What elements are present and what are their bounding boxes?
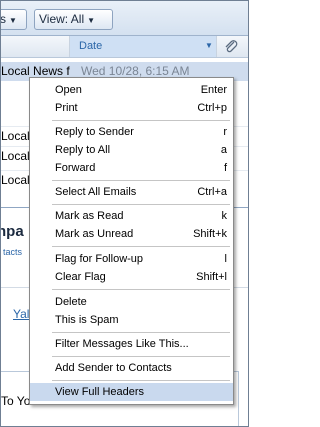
menu-item-label: Forward <box>55 162 96 174</box>
chevron-down-icon: ▼ <box>9 16 17 25</box>
menu-item-label: Select All Emails <box>55 186 137 198</box>
date-column-label: Date <box>79 40 103 52</box>
contacts-link[interactable]: tacts <box>3 247 22 257</box>
menu-item-flag-for-follow-up[interactable]: Flag for Follow-up l <box>30 250 233 268</box>
context-menu: Open Enter Print Ctrl+p Reply to Sender … <box>29 77 234 405</box>
menu-item-mark-as-read[interactable]: Mark as Read k <box>30 207 233 225</box>
menu-item-label: Clear Flag <box>55 271 106 283</box>
menu-item-shortcut: Shift+l <box>196 271 227 283</box>
view-filter-button[interactable]: View: All ▼ <box>34 9 113 30</box>
menu-item-label: Filter Messages Like This... <box>55 338 189 350</box>
menu-item-filter-messages[interactable]: Filter Messages Like This... <box>30 335 233 353</box>
menu-item-label: Print <box>55 102 78 114</box>
menu-item-label: View Full Headers <box>55 386 145 398</box>
menu-separator <box>52 120 230 121</box>
menu-separator <box>52 289 230 290</box>
menu-item-shortcut: Ctrl+p <box>197 102 227 114</box>
menu-item-delete[interactable]: Delete <box>30 293 233 311</box>
menu-separator <box>52 356 230 357</box>
menu-item-shortcut: k <box>221 210 228 222</box>
menu-item-print[interactable]: Print Ctrl+p <box>30 99 233 117</box>
menu-separator <box>52 246 230 247</box>
menu-item-shortcut: r <box>223 126 227 138</box>
menu-item-mark-as-unread[interactable]: Mark as Unread Shift+k <box>30 225 233 243</box>
menu-item-shortcut: Ctrl+a <box>197 186 227 198</box>
menu-item-label: Reply to All <box>55 144 111 156</box>
mail-window: s ▼ View: All ▼ Date ▼ Local News f Wed 10… <box>0 0 249 427</box>
menu-item-this-is-spam[interactable]: This is Spam <box>30 311 233 329</box>
preview-title: npa <box>1 223 24 240</box>
menu-item-label: This is Spam <box>55 314 119 326</box>
email-subject: Local <box>1 129 30 143</box>
menu-item-label: Mark as Read <box>55 210 124 222</box>
menu-item-select-all[interactable]: Select All Emails Ctrl+a <box>30 183 233 201</box>
menu-item-forward[interactable]: Forward f <box>30 159 233 177</box>
menu-item-label: Flag for Follow-up <box>55 253 144 265</box>
menu-separator <box>52 180 230 181</box>
menu-separator <box>52 380 230 381</box>
menu-item-add-sender-to-contacts[interactable]: Add Sender to Contacts <box>30 359 233 377</box>
view-filter-label: View: All <box>39 12 85 26</box>
actions-dropdown-label: s <box>0 12 6 26</box>
menu-item-clear-flag[interactable]: Clear Flag Shift+l <box>30 268 233 286</box>
menu-item-shortcut: Shift+k <box>193 228 227 240</box>
menu-item-label: Delete <box>55 296 87 308</box>
actions-dropdown-button[interactable]: s ▼ <box>0 9 27 30</box>
menu-item-label: Mark as Unread <box>55 228 134 240</box>
menu-item-shortcut: a <box>220 144 227 156</box>
menu-item-reply-to-all[interactable]: Reply to All a <box>30 141 233 159</box>
paperclip-icon[interactable] <box>223 39 239 54</box>
menu-separator <box>52 204 230 205</box>
menu-item-view-full-headers[interactable]: View Full Headers <box>30 383 233 401</box>
menu-item-shortcut: l <box>224 253 227 265</box>
menu-item-shortcut: Enter <box>200 84 227 96</box>
menu-item-label: Open <box>55 84 82 96</box>
sort-descending-icon[interactable]: ▼ <box>205 41 213 50</box>
menu-item-reply-to-sender[interactable]: Reply to Sender r <box>30 123 233 141</box>
email-subject: Local <box>1 149 30 163</box>
menu-item-open[interactable]: Open Enter <box>30 81 233 99</box>
menu-separator <box>52 332 230 333</box>
menu-item-label: Reply to Sender <box>55 126 134 138</box>
menu-item-shortcut: f <box>223 162 227 174</box>
toolbar: s ▼ View: All ▼ <box>1 1 248 36</box>
subject-column-header[interactable] <box>1 36 70 57</box>
preview-link[interactable]: Yal <box>13 307 29 321</box>
menu-item-label: Add Sender to Contacts <box>55 362 172 374</box>
chevron-down-icon: ▼ <box>87 16 96 25</box>
message-list-header: Date ▼ <box>1 36 248 58</box>
email-subject: Local <box>1 173 30 187</box>
